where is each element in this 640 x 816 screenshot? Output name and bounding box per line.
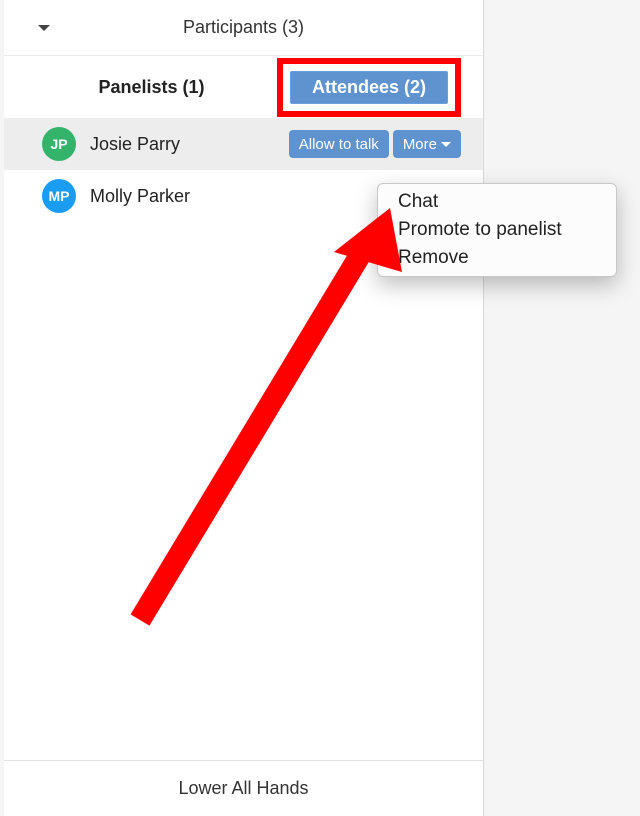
avatar: MP [42,179,76,213]
avatar: JP [42,127,76,161]
panel-title: Participants (3) [183,17,304,38]
more-button[interactable]: More [393,130,461,158]
menu-item-promote-to-panelist[interactable]: Promote to panelist [378,216,616,244]
chevron-down-icon [441,142,451,147]
avatar-initials: MP [49,188,70,204]
more-context-menu: Chat Promote to panelist Remove [377,183,617,277]
lower-all-hands-button[interactable]: Lower All Hands [178,778,308,799]
annotation-highlight-box: Attendees (2) [277,58,461,117]
allow-to-talk-label: Allow to talk [299,136,379,153]
more-label: More [403,136,437,153]
attendee-row[interactable]: JP Josie Parry Allow to talk More [4,118,483,170]
attendee-name: Josie Parry [90,134,275,155]
chevron-down-icon [38,25,50,31]
row-actions: Allow to talk More [289,130,461,158]
tabs: Panelists (1) Attendees (2) [4,56,483,118]
avatar-initials: JP [50,136,67,152]
tab-attendees[interactable]: Attendees (2) [288,69,450,106]
menu-item-remove[interactable]: Remove [378,244,616,272]
panel-footer: Lower All Hands [4,760,483,816]
menu-item-chat[interactable]: Chat [378,188,616,216]
tab-panelists[interactable]: Panelists (1) [26,77,277,98]
panel-header: Participants (3) [4,0,483,56]
allow-to-talk-button[interactable]: Allow to talk [289,130,389,158]
collapse-toggle[interactable] [32,16,56,40]
participants-panel: Participants (3) Panelists (1) Attendees… [4,0,484,816]
